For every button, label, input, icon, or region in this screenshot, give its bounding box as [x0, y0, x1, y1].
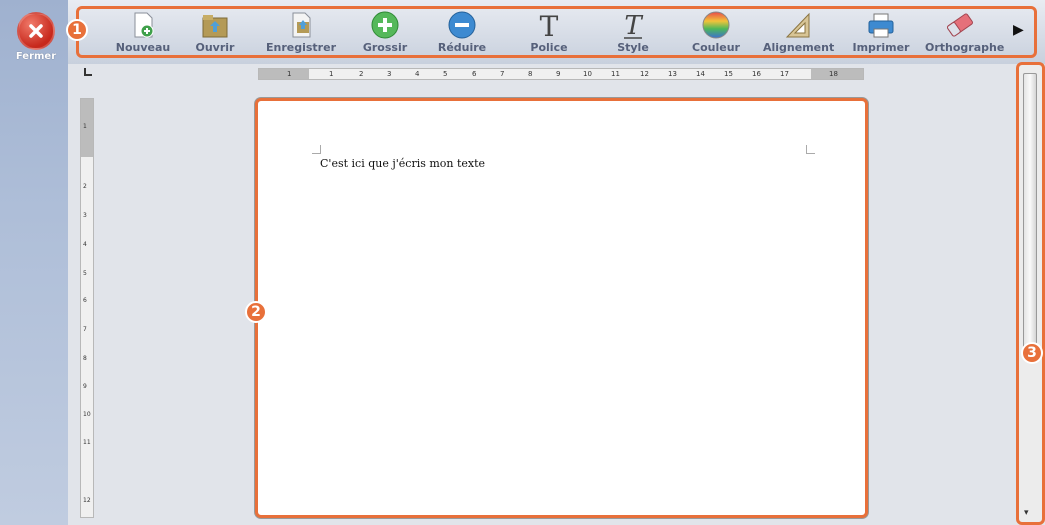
font-label: Police: [530, 41, 568, 54]
font-icon: T: [534, 10, 564, 43]
vertical-scrollbar[interactable]: ▾: [1016, 62, 1045, 525]
more-tools-arrow[interactable]: ▶: [1013, 22, 1024, 38]
print-label: Imprimer: [852, 41, 910, 54]
sidebar: Fermer: [0, 0, 68, 525]
new-button[interactable]: Nouveau: [108, 10, 178, 54]
color-label: Couleur: [692, 41, 740, 54]
spelling-label: Orthographe: [925, 41, 1005, 54]
zoom-in-label: Grossir: [362, 41, 408, 54]
zoom-in-button[interactable]: Grossir: [350, 10, 420, 54]
scrollbar-thumb[interactable]: [1023, 73, 1037, 355]
alignment-icon: [783, 10, 813, 40]
color-button[interactable]: Couleur: [681, 10, 751, 54]
new-label: Nouveau: [115, 41, 171, 54]
save-label: Enregistrer: [266, 41, 336, 54]
eraser-icon: [945, 10, 975, 40]
scroll-down-icon[interactable]: ▾: [1024, 508, 1029, 518]
font-button[interactable]: T Police: [514, 10, 584, 54]
alignment-label: Alignement: [763, 41, 835, 54]
close-label: Fermer: [15, 51, 57, 62]
open-label: Ouvrir: [195, 41, 235, 54]
color-icon: [701, 10, 731, 40]
alignment-button[interactable]: Alignement: [763, 10, 835, 54]
marker-2: 2: [245, 301, 267, 323]
vertical-ruler[interactable]: 1 2 3 4 5 6 7 8 9 10 11 12: [80, 98, 94, 518]
open-folder-icon: [200, 10, 230, 40]
style-icon: T: [618, 10, 648, 41]
printer-icon: [866, 10, 896, 40]
document-page[interactable]: C'est ici que j'écris mon texte: [255, 98, 868, 518]
style-label: Style: [617, 41, 649, 54]
horizontal-ruler[interactable]: 1 1 2 3 4 5 6 7 8 9 10 11 12 13 14 15 16…: [258, 68, 864, 80]
zoom-out-button[interactable]: Réduire: [427, 10, 497, 54]
tab-stop-corner[interactable]: [84, 68, 92, 76]
close-button[interactable]: Fermer: [8, 12, 64, 62]
new-document-icon: [128, 10, 158, 40]
zoom-out-label: Réduire: [437, 41, 487, 54]
save-button[interactable]: Enregistrer: [266, 10, 336, 54]
document-text[interactable]: C'est ici que j'écris mon texte: [320, 157, 485, 170]
open-button[interactable]: Ouvrir: [180, 10, 250, 54]
marker-3: 3: [1021, 342, 1043, 364]
spelling-button[interactable]: Orthographe: [925, 10, 1005, 54]
style-button[interactable]: T Style: [598, 10, 668, 54]
svg-text:T: T: [624, 11, 643, 40]
zoom-out-icon: [447, 10, 477, 40]
marker-1: 1: [66, 19, 88, 41]
svg-text:T: T: [540, 10, 559, 40]
close-icon[interactable]: [17, 12, 55, 50]
print-button[interactable]: Imprimer: [846, 10, 916, 54]
zoom-in-icon: [370, 10, 400, 40]
save-icon: [286, 10, 316, 40]
